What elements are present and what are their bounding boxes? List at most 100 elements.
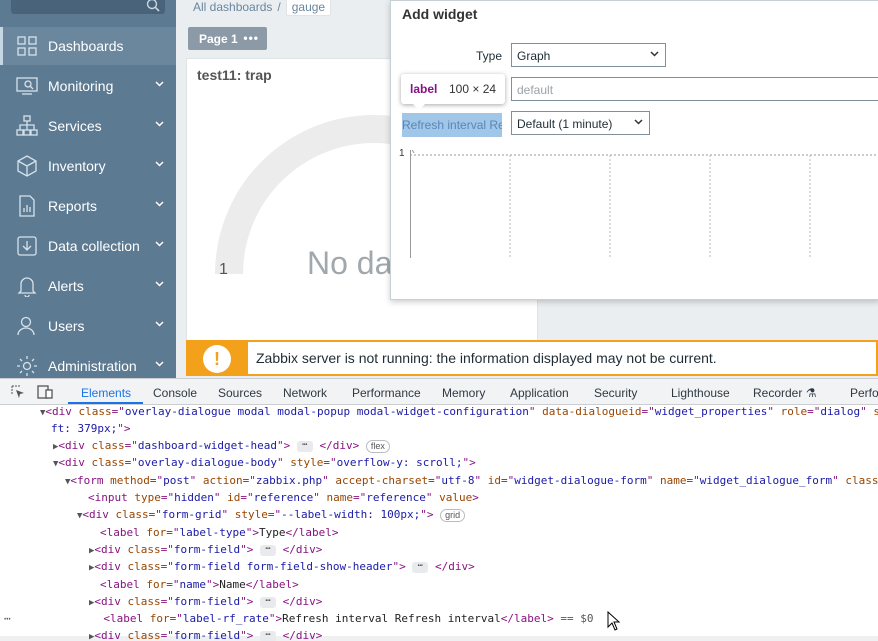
chevron-down-icon (634, 119, 643, 125)
dashboards-icon (17, 36, 37, 56)
sidebar-item-label: Dashboards (48, 38, 124, 54)
bell-icon (17, 277, 37, 297)
breadcrumb-separator: / (277, 0, 281, 14)
dom-line[interactable]: <label for="label-type">Type</label> (100, 524, 338, 541)
chevron-down-icon (155, 361, 164, 367)
tab-label: Page 1 (199, 32, 238, 46)
app-root: Dashboards Monitoring Services Inventory… (0, 0, 878, 641)
dom-line[interactable]: <input type="hidden" id="reference" name… (88, 489, 479, 506)
sidebar: Dashboards Monitoring Services Inventory… (0, 0, 176, 378)
tab-memory[interactable]: Memory (442, 386, 485, 400)
sidebar-item-label: Services (48, 118, 102, 134)
refresh-select-value: Default (1 minute) (517, 117, 613, 131)
tooltip-tag: label (410, 82, 438, 96)
type-select[interactable]: Graph (511, 43, 666, 67)
dom-line[interactable]: ▼<div class="overlay-dialogue-body" styl… (53, 454, 476, 471)
flask-icon: ⚗ (805, 386, 817, 400)
tab-network[interactable]: Network (283, 386, 327, 400)
type-label: Type (475, 49, 502, 63)
chevron-down-icon (155, 201, 164, 207)
tab-recorder[interactable]: Recorder ⚗ (753, 386, 816, 400)
dom-line[interactable]: ▼<div class="overlay-dialogue modal moda… (40, 403, 878, 420)
sidebar-item-administration[interactable]: Administration (0, 347, 176, 378)
devtools-tabbar: Elements Console Sources Network Perform… (0, 379, 878, 405)
gauge-min-value: 1 (219, 261, 228, 278)
dom-line[interactable]: ▶<div class="form-field"> ⋯ </div> (89, 593, 322, 610)
tab-lighthouse[interactable]: Lighthouse (671, 386, 730, 400)
sidebar-item-label: Inventory (48, 158, 106, 174)
tab-page-1[interactable]: Page 1 ••• (188, 27, 267, 50)
chevron-down-icon (155, 161, 164, 167)
sidebar-item-label: Reports (48, 198, 98, 214)
chevron-down-icon (650, 51, 659, 57)
dom-line[interactable]: ▼<div class="form-grid" style="--label-w… (77, 506, 466, 523)
dom-line[interactable]: ▼<form method="post" action="zabbix.php"… (65, 472, 878, 489)
sidebar-item-services[interactable]: Services (0, 107, 176, 145)
element-inspect-tooltip: label 100 × 24 (401, 74, 505, 110)
sidebar-item-reports[interactable]: Reports (0, 187, 176, 225)
dialog-title: Add widget (402, 6, 478, 22)
dom-line[interactable]: ft: 379px;"> (51, 420, 130, 437)
chevron-down-icon (155, 241, 164, 247)
dom-line[interactable]: <label for="name">Name</label> (100, 576, 299, 593)
tab-console[interactable]: Console (153, 386, 197, 400)
sidebar-item-dashboards[interactable]: Dashboards (0, 27, 176, 65)
sidebar-item-data-collection[interactable]: Data collection (0, 227, 176, 265)
tab-security[interactable]: Security (594, 386, 637, 400)
sidebar-item-label: Administration (48, 358, 137, 374)
sidebar-item-label: Users (48, 318, 85, 334)
data-collection-icon (17, 236, 37, 256)
tab-performance[interactable]: Performance (352, 386, 421, 400)
sidebar-item-monitoring[interactable]: Monitoring (0, 67, 176, 105)
more-icon[interactable]: ••• (243, 31, 259, 45)
search-input[interactable] (11, 0, 165, 14)
chevron-down-icon (155, 281, 164, 287)
warning-text: Zabbix server is not running: the inform… (256, 350, 717, 366)
refresh-interval-label: Refresh interval Refresh interval (402, 113, 502, 137)
name-placeholder: default (517, 83, 554, 97)
dom-line[interactable]: ▶<div class="form-field form-field-show-… (89, 558, 475, 575)
chevron-down-icon (155, 121, 164, 127)
monitoring-icon (16, 77, 38, 95)
breadcrumb: All dashboards / gauge (193, 0, 332, 18)
devtools-panel: Elements Console Sources Network Perform… (0, 378, 878, 641)
chevron-down-icon (155, 81, 164, 87)
type-select-value: Graph (517, 49, 551, 63)
tab-recorder-label: Recorder (753, 386, 803, 400)
inspect-element-icon[interactable] (10, 384, 26, 400)
dom-line[interactable]: ▶<div class="form-field"> ⋯ </div> (89, 627, 322, 641)
graph-grid (406, 146, 878, 258)
breadcrumb-current[interactable]: gauge (285, 0, 332, 16)
dom-line[interactable]: ▶<div class="dashboard-widget-head"> ⋯ <… (53, 437, 390, 454)
sidebar-item-alerts[interactable]: Alerts (0, 267, 176, 305)
tab-performance-insights[interactable]: Perfo (850, 386, 878, 400)
sidebar-item-label: Monitoring (48, 78, 114, 94)
tab-sources[interactable]: Sources (218, 386, 262, 400)
mouse-cursor-icon (607, 611, 621, 631)
users-icon (17, 316, 35, 336)
chevron-down-icon (155, 321, 164, 327)
search-icon[interactable] (146, 0, 160, 12)
warning-banner: ! Zabbix server is not running: the info… (186, 340, 878, 376)
refresh-interval-label-text: Refresh interval Refresh interval (402, 118, 502, 132)
dom-line-selected[interactable]: ⋯ <label for="label-rf_rate">Refresh int… (4, 610, 593, 627)
sidebar-item-label: Alerts (48, 278, 84, 294)
widget-title: test11: trap (197, 67, 272, 83)
refresh-interval-select[interactable]: Default (1 minute) (511, 111, 650, 135)
services-icon (16, 115, 38, 136)
graph-preview: 1 (399, 146, 878, 258)
dom-line[interactable]: ▶<div class="form-field"> ⋯ </div> (89, 541, 322, 558)
breadcrumb-all-dashboards[interactable]: All dashboards (193, 0, 272, 14)
gear-icon (17, 356, 37, 376)
warning-icon: ! (203, 345, 231, 373)
tab-elements[interactable]: Elements (81, 386, 131, 400)
name-field[interactable]: default (511, 77, 878, 101)
device-toolbar-icon[interactable] (37, 384, 53, 400)
tab-application[interactable]: Application (510, 386, 569, 400)
sidebar-item-label: Data collection (48, 238, 140, 254)
sidebar-item-inventory[interactable]: Inventory (0, 147, 176, 185)
warning-icon-box: ! (188, 342, 248, 374)
reports-icon (19, 195, 35, 217)
inventory-icon (17, 155, 37, 177)
sidebar-item-users[interactable]: Users (0, 307, 176, 345)
